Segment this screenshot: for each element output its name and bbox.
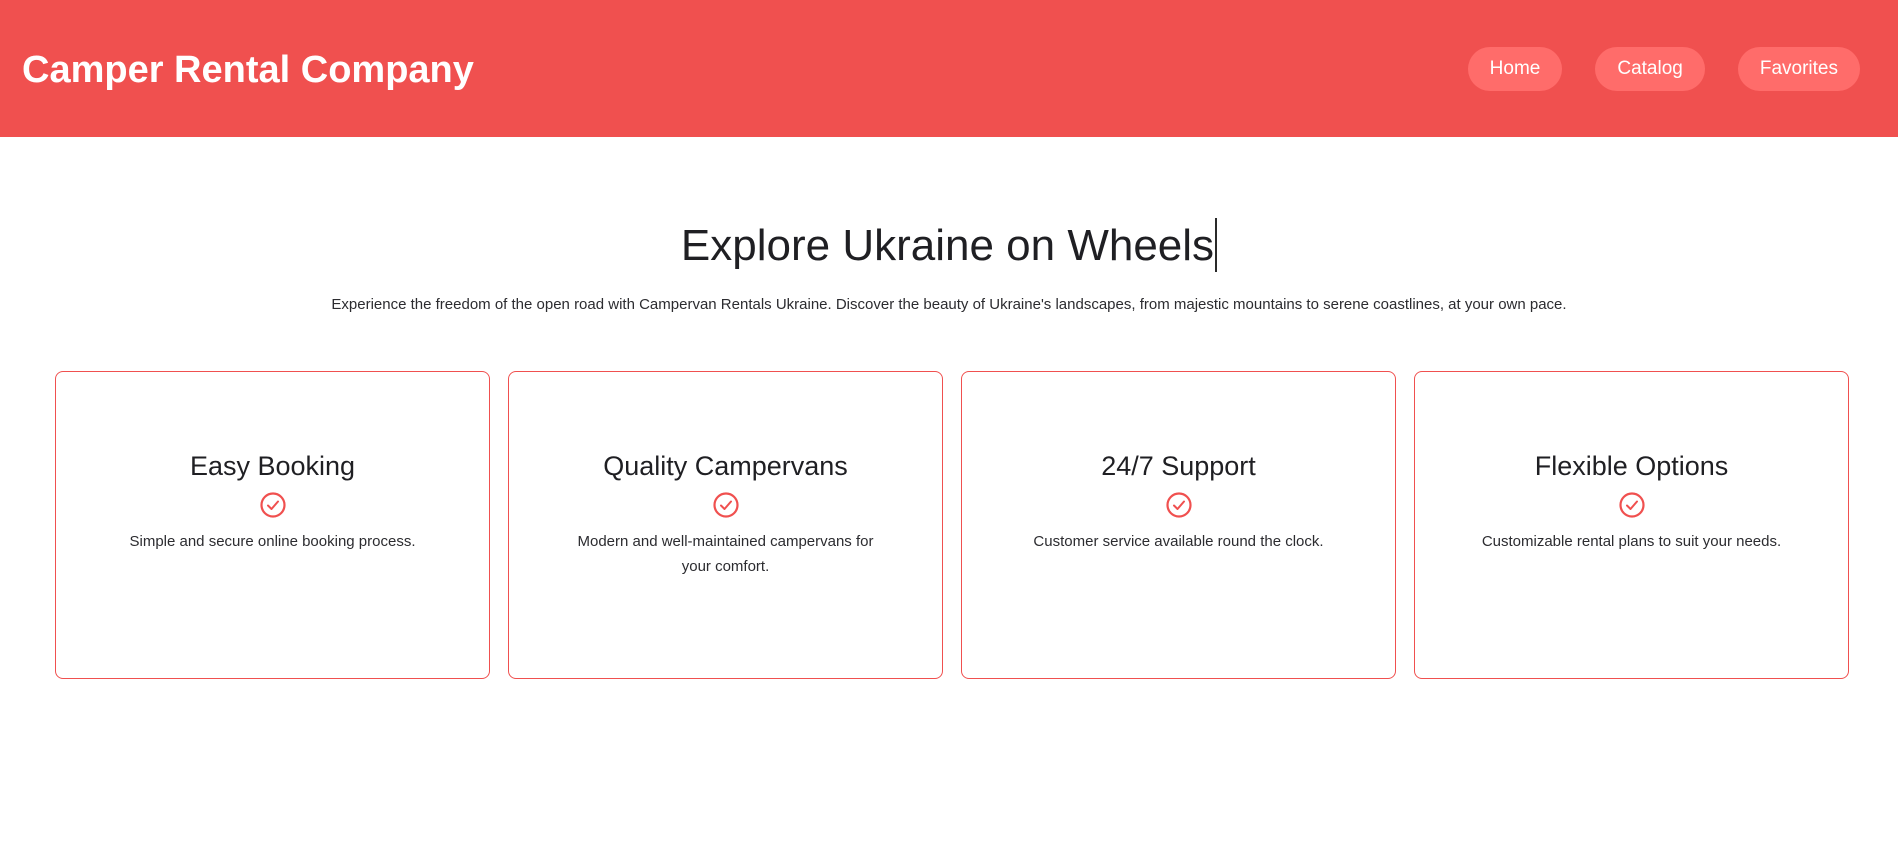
feature-card-flexible-options: Flexible Options Customizable rental pla… — [1414, 371, 1849, 679]
features-list: Easy Booking Simple and secure online bo… — [55, 371, 1849, 679]
check-circle-icon — [259, 492, 286, 518]
brand-title[interactable]: Camper Rental Company — [22, 46, 474, 94]
feature-title: 24/7 Support — [1101, 451, 1256, 481]
nav-catalog-button[interactable]: Catalog — [1595, 47, 1705, 91]
feature-card-support: 24/7 Support Customer service available … — [961, 371, 1396, 679]
text-cursor — [1215, 218, 1218, 272]
feature-description: Customer service available round the clo… — [1033, 533, 1324, 550]
check-circle-icon — [712, 492, 739, 518]
feature-title: Easy Booking — [189, 451, 356, 481]
feature-description: Simple and secure online booking process… — [129, 533, 416, 550]
feature-title: Flexible Options — [1534, 451, 1729, 481]
check-circle-icon — [1618, 492, 1645, 518]
site-header: Camper Rental Company Home Catalog Favor… — [0, 0, 1898, 137]
main-nav: Home Catalog Favorites — [1467, 47, 1860, 91]
feature-description: Customizable rental plans to suit your n… — [1481, 533, 1782, 550]
feature-title: Quality Campervans — [603, 451, 848, 481]
nav-home-button[interactable]: Home — [1467, 47, 1563, 91]
hero-title: Explore Ukraine on Wheels — [0, 218, 1898, 274]
feature-card-quality-campervans: Quality Campervans Modern and well-maint… — [508, 371, 943, 679]
feature-card-easy-booking: Easy Booking Simple and secure online bo… — [55, 371, 490, 679]
feature-description: Modern and well-maintained campervans fo… — [577, 533, 874, 575]
nav-favorites-button[interactable]: Favorites — [1737, 47, 1860, 91]
hero-description: Experience the freedom of the open road … — [331, 296, 1567, 313]
hero-title-text: Explore Ukraine on Wheels — [680, 221, 1215, 270]
check-circle-icon — [1165, 492, 1192, 518]
